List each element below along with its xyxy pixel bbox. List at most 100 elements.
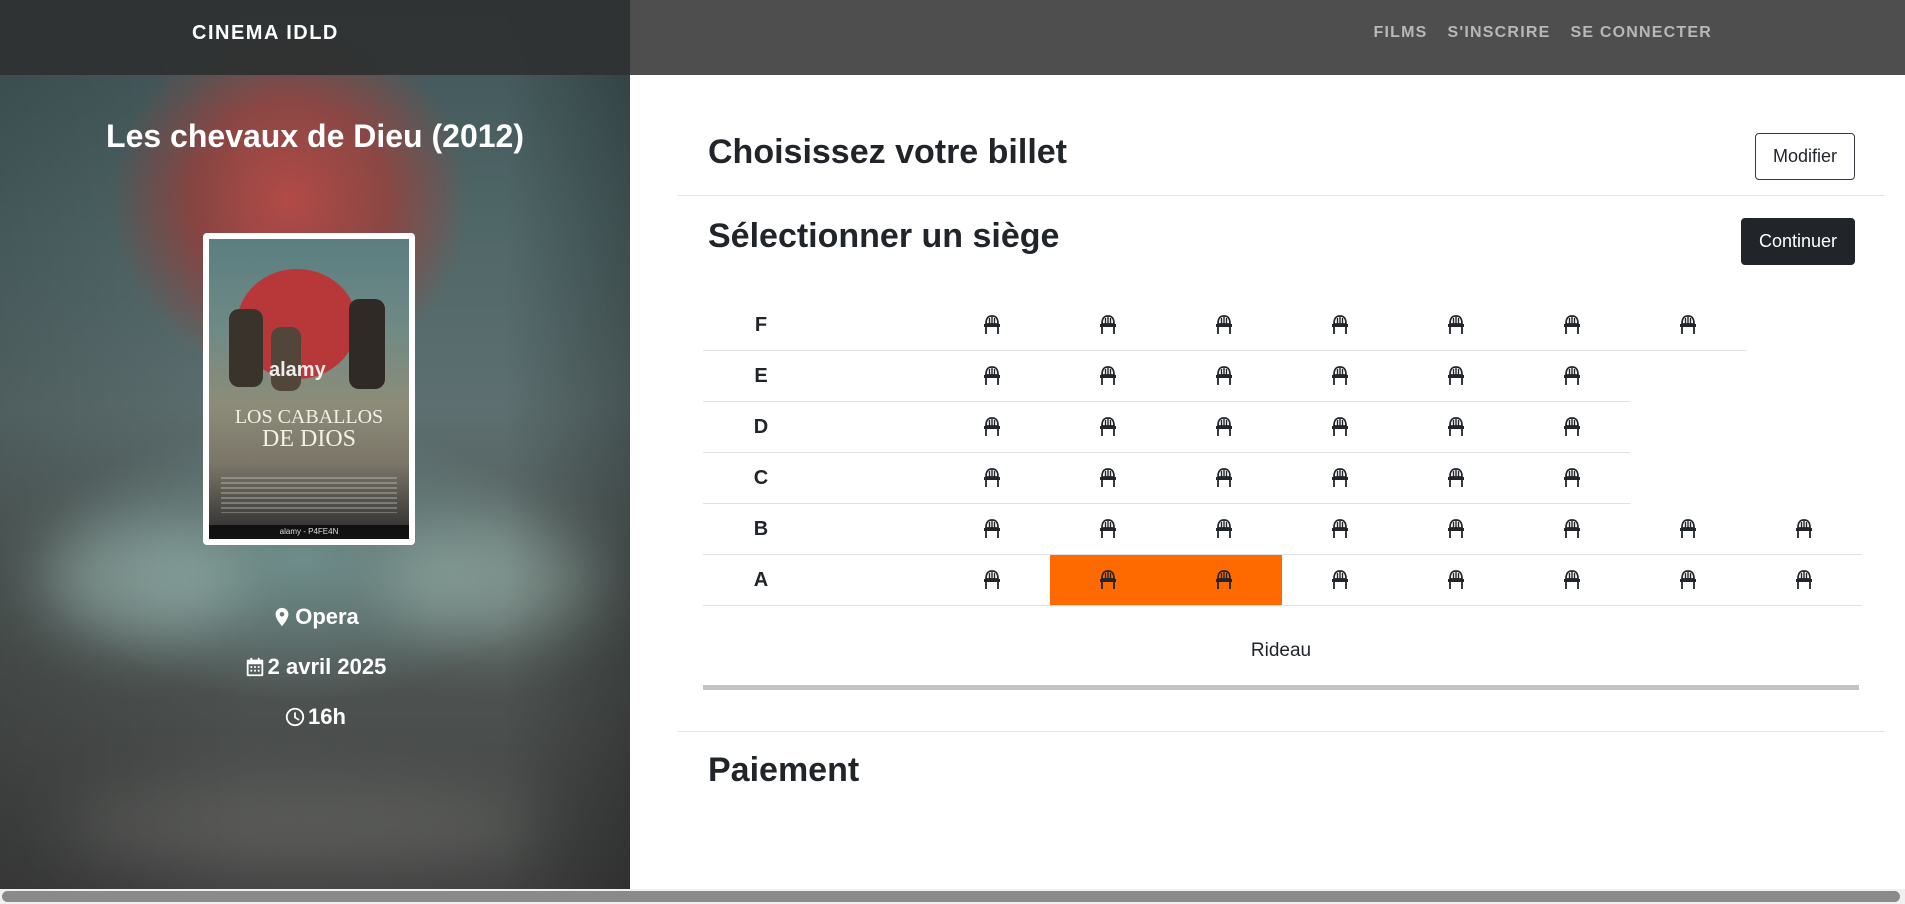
row-label: A <box>753 569 769 591</box>
map-pin-icon <box>275 607 289 627</box>
seat-f4[interactable] <box>1282 300 1398 350</box>
scrollbar-thumb[interactable] <box>2 891 1900 902</box>
chair-icon <box>1216 315 1232 334</box>
seat-a5[interactable] <box>1398 555 1514 605</box>
seat-b6[interactable] <box>1514 504 1630 554</box>
location-text: Opera <box>295 604 359 629</box>
seat-f5[interactable] <box>1398 300 1514 350</box>
seat-c1[interactable] <box>934 453 1050 503</box>
seat-row-a: A <box>703 555 1862 606</box>
seat-d6[interactable] <box>1514 402 1630 452</box>
poster-image: alamy LOS CABALLOS DE DIOS alamy - P4FE4… <box>209 239 409 539</box>
row-label: D <box>753 416 769 438</box>
row-label: B <box>753 518 769 540</box>
chair-icon <box>1564 519 1580 538</box>
seat-b7[interactable] <box>1630 504 1746 554</box>
poster-figure <box>349 299 385 389</box>
chair-icon <box>1564 417 1580 436</box>
nav-link-signup[interactable]: S'INSCRIRE <box>1448 24 1551 42</box>
seat-b1[interactable] <box>934 504 1050 554</box>
chair-icon <box>1448 315 1464 334</box>
chair-icon <box>1448 366 1464 385</box>
continue-button[interactable]: Continuer <box>1741 218 1855 265</box>
chair-icon <box>1100 315 1116 334</box>
chair-icon <box>984 417 1000 436</box>
brand-logo[interactable]: CINEMA IDLD <box>192 22 339 45</box>
seat-d2[interactable] <box>1050 402 1166 452</box>
seat-row-b: B <box>703 504 1862 555</box>
seat-c4[interactable] <box>1282 453 1398 503</box>
seat-e4[interactable] <box>1282 351 1398 401</box>
seat-c2[interactable] <box>1050 453 1166 503</box>
seat-d4[interactable] <box>1282 402 1398 452</box>
seat-e5[interactable] <box>1398 351 1514 401</box>
chair-icon <box>1680 519 1696 538</box>
time-info: 16h <box>0 704 630 730</box>
modify-button[interactable]: Modifier <box>1755 133 1855 180</box>
chair-icon <box>1448 468 1464 487</box>
chair-icon <box>1332 315 1348 334</box>
chair-icon <box>1796 519 1812 538</box>
seat-e1[interactable] <box>934 351 1050 401</box>
seat-d3[interactable] <box>1166 402 1282 452</box>
seat-b4[interactable] <box>1282 504 1398 554</box>
movie-poster: alamy LOS CABALLOS DE DIOS alamy - P4FE4… <box>203 233 415 545</box>
nav-link-login[interactable]: SE CONNECTER <box>1570 24 1712 42</box>
section-divider <box>678 195 1884 196</box>
seat-c6[interactable] <box>1514 453 1630 503</box>
seat-f3[interactable] <box>1166 300 1282 350</box>
nav-link-films[interactable]: FILMS <box>1374 24 1428 42</box>
seat-c3[interactable] <box>1166 453 1282 503</box>
seat-b8[interactable] <box>1746 504 1862 554</box>
chair-icon <box>1100 366 1116 385</box>
curtain-label: Rideau <box>1250 640 1312 661</box>
seat-a8[interactable] <box>1746 555 1862 605</box>
seat-f1[interactable] <box>934 300 1050 350</box>
seat-d5[interactable] <box>1398 402 1514 452</box>
chair-icon <box>1216 570 1232 589</box>
chair-icon <box>1100 417 1116 436</box>
date-text: 2 avril 2025 <box>267 654 387 679</box>
seat-row-f: F <box>703 300 1746 351</box>
seat-e3[interactable] <box>1166 351 1282 401</box>
chair-icon <box>1680 570 1696 589</box>
seat-e2[interactable] <box>1050 351 1166 401</box>
seat-a2[interactable] <box>1050 555 1166 605</box>
seat-a6[interactable] <box>1514 555 1630 605</box>
poster-title-line1: LOS CABALLOS <box>234 406 384 428</box>
location-info: Opera <box>0 604 630 630</box>
seat-f2[interactable] <box>1050 300 1166 350</box>
chair-icon <box>1680 315 1696 334</box>
background-blur <box>60 780 540 870</box>
seat-d1[interactable] <box>934 402 1050 452</box>
curtain-bar <box>703 685 1859 690</box>
chair-icon <box>984 366 1000 385</box>
clock-icon <box>285 707 305 727</box>
seat-a7[interactable] <box>1630 555 1746 605</box>
seat-f6[interactable] <box>1514 300 1630 350</box>
chair-icon <box>1448 417 1464 436</box>
date-info: 2 avril 2025 <box>0 654 630 680</box>
horizontal-scrollbar[interactable] <box>0 889 1905 904</box>
seat-a4[interactable] <box>1282 555 1398 605</box>
chair-icon <box>1796 570 1812 589</box>
chair-icon <box>1564 315 1580 334</box>
seat-a1[interactable] <box>934 555 1050 605</box>
movie-title: Les chevaux de Dieu (2012) <box>106 118 524 154</box>
seat-b2[interactable] <box>1050 504 1166 554</box>
top-navbar: CINEMA IDLD FILMS S'INSCRIRE SE CONNECTE… <box>0 0 1905 75</box>
seat-b5[interactable] <box>1398 504 1514 554</box>
poster-credits <box>221 477 397 513</box>
poster-title-line2: DE DIOS <box>262 426 356 452</box>
calendar-icon <box>246 657 263 677</box>
seat-row-d: D <box>703 402 1630 453</box>
seat-c5[interactable] <box>1398 453 1514 503</box>
chair-icon <box>1448 570 1464 589</box>
seat-row-e: E <box>703 351 1630 402</box>
seat-e6[interactable] <box>1514 351 1630 401</box>
seat-f7[interactable] <box>1630 300 1746 350</box>
seat-a3[interactable] <box>1166 555 1282 605</box>
seat-b3[interactable] <box>1166 504 1282 554</box>
chair-icon <box>1448 519 1464 538</box>
chair-icon <box>1100 519 1116 538</box>
